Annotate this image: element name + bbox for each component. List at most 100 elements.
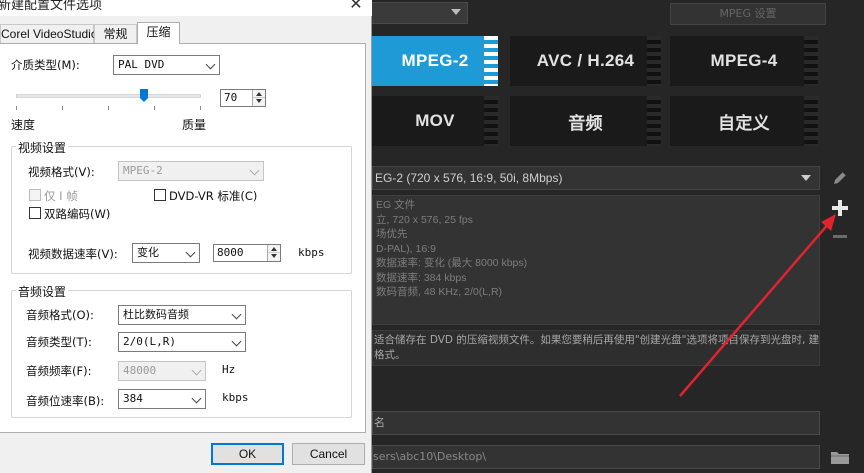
dialog-titlebar: 新建配置文件选项 ✕: [0, 0, 372, 16]
audio-rate-unit: Hz: [222, 363, 236, 376]
chevron-down-icon: [191, 365, 202, 376]
dvd-vr-label: DVD-VR 标准(C): [169, 189, 258, 203]
profile-info-line: 数据速率: 384 kbps: [376, 271, 467, 284]
dual-pass-checkbox[interactable]: [29, 207, 41, 219]
chevron-down-icon: [801, 175, 811, 181]
audio-rate-label: 音频频率(F):: [26, 364, 92, 378]
cancel-button[interactable]: Cancel: [292, 443, 365, 465]
format-tile-avc[interactable]: AVC / H.264: [510, 36, 661, 86]
file-name-input[interactable]: 名: [372, 411, 820, 435]
description-line: 适合储存在 DVD 的压缩视频文件。如果您要稍后再使用"创建光盘"选项将项目保存…: [374, 334, 820, 346]
chevron-down-icon: [231, 336, 242, 347]
minus-icon[interactable]: [830, 232, 850, 242]
film-strip-icon: [647, 96, 661, 146]
format-label: MPEG-4: [710, 51, 778, 70]
speed-label: 速度: [11, 118, 36, 132]
film-strip-icon: [484, 96, 498, 146]
mpeg-settings-button[interactable]: MPEG 设置: [670, 3, 826, 25]
save-path-input[interactable]: sers\abc10\Desktop\: [372, 445, 820, 469]
format-tile-audio[interactable]: 音频: [510, 96, 661, 146]
chevron-down-icon: [191, 393, 202, 404]
format-label: AVC / H.264: [536, 51, 635, 70]
format-label: 自定义: [718, 113, 770, 133]
audio-format-label: 音频格式(O):: [26, 308, 94, 322]
audio-rate-select[interactable]: 48000: [118, 361, 206, 381]
audio-type-select[interactable]: 2/0(L,R): [118, 332, 246, 352]
video-format-value: MPEG-2: [123, 164, 163, 177]
format-tile-custom[interactable]: 自定义: [670, 96, 818, 146]
quality-value: 70: [224, 91, 238, 104]
format-tile-mpeg4[interactable]: MPEG-4: [670, 36, 818, 86]
media-type-select[interactable]: PAL DVD: [113, 55, 220, 75]
quality-spinner[interactable]: 70: [220, 89, 266, 107]
film-strip-icon: [804, 36, 818, 86]
video-bitrate-label: 视频数据速率(V):: [28, 247, 118, 261]
format-label: MOV: [415, 111, 455, 130]
film-strip-icon: [484, 36, 498, 86]
ok-button[interactable]: OK: [211, 443, 284, 465]
dvd-vr-checkbox[interactable]: [154, 189, 166, 201]
slider-ticks: [16, 106, 201, 110]
profile-info-line: 数码音频, 48 KHz, 2/0(L,R): [376, 286, 503, 298]
video-format-select[interactable]: MPEG-2: [118, 161, 264, 181]
description-line: 格式。: [374, 349, 406, 361]
i-frame-only-checkbox[interactable]: [29, 189, 41, 201]
chevron-down-icon: [205, 59, 216, 70]
audio-rate-value: 48000: [123, 364, 157, 377]
profile-info-line: 立, 720 x 576, 25 fps: [376, 213, 473, 226]
new-profile-options-dialog: 新建配置文件选项 ✕ Corel VideoStudio 常规 压缩 介质类型(…: [0, 0, 372, 473]
film-strip-icon: [647, 36, 661, 86]
audio-settings-title: 音频设置: [16, 283, 69, 300]
top-dropdown[interactable]: [370, 2, 468, 24]
profile-info: EG 文件 立, 720 x 576, 25 fps 场优先 D-PAL), 1…: [372, 195, 820, 325]
i-frame-only-label: 仅 I 帧: [44, 189, 78, 203]
folder-icon[interactable]: [830, 449, 850, 465]
chevron-down-icon: [451, 9, 461, 15]
audio-bitrate-value: 384: [123, 392, 143, 405]
format-grid: MPEG-2 AVC / H.264 MPEG-4 MOV 音频 自定义: [372, 36, 818, 148]
format-tile-mpeg2[interactable]: MPEG-2: [372, 36, 498, 86]
profile-info-line: 数据速率: 变化 (最大 8000 kbps): [376, 257, 528, 269]
media-type-value: PAL DVD: [118, 58, 165, 71]
profile-select[interactable]: EG-2 (720 x 576, 16:9, 50i, 8Mbps): [372, 166, 820, 190]
chevron-down-icon: [185, 247, 196, 258]
close-icon[interactable]: ✕: [346, 0, 366, 14]
format-label: MPEG-2: [401, 51, 469, 70]
video-settings-title: 视频设置: [16, 139, 69, 156]
format-tile-mov[interactable]: MOV: [372, 96, 498, 146]
video-bitrate-spinner[interactable]: 8000: [213, 244, 281, 262]
pencil-icon[interactable]: [830, 168, 850, 188]
audio-type-value: 2/0(L,R): [123, 335, 176, 348]
dialog-title: 新建配置文件选项: [0, 0, 103, 13]
quality-slider-track[interactable]: [16, 94, 201, 98]
video-bitrate-mode-select[interactable]: 变化: [132, 243, 200, 263]
video-format-label: 视频格式(V):: [28, 165, 95, 179]
profile-select-value: EG-2 (720 x 576, 16:9, 50i, 8Mbps): [375, 171, 563, 185]
audio-format-select[interactable]: 杜比数码音频: [118, 305, 246, 325]
media-type-label: 介质类型(M):: [11, 58, 80, 72]
chevron-down-icon: [249, 165, 260, 176]
tab-corel-videostudio[interactable]: Corel VideoStudio: [0, 24, 98, 43]
format-label: 音频: [568, 113, 603, 133]
profile-info-line: 场优先: [376, 228, 408, 240]
profile-info-line: D-PAL), 16:9: [376, 242, 436, 255]
audio-bitrate-unit: kbps: [222, 391, 249, 404]
dual-pass-label: 双路编码(W): [44, 207, 111, 221]
video-bitrate-mode-value: 变化: [137, 246, 159, 259]
video-bitrate-value: 8000: [217, 246, 244, 259]
tab-strip: Corel VideoStudio 常规 压缩: [0, 22, 372, 44]
profile-description: 适合储存在 DVD 的压缩视频文件。如果您要稍后再使用"创建光盘"选项将项目保存…: [372, 330, 820, 366]
plus-icon[interactable]: [829, 197, 851, 219]
film-strip-icon: [804, 96, 818, 146]
video-bitrate-unit: kbps: [298, 246, 325, 259]
tab-general[interactable]: 常规: [94, 24, 137, 43]
audio-type-label: 音频类型(T):: [26, 335, 92, 349]
spinner-arrows-icon[interactable]: [252, 90, 265, 106]
audio-bitrate-label: 音频位速率(B):: [26, 394, 105, 408]
audio-bitrate-select[interactable]: 384: [118, 389, 206, 409]
chevron-down-icon: [231, 309, 242, 320]
tab-compression[interactable]: 压缩: [137, 22, 180, 44]
audio-format-value: 杜比数码音频: [123, 308, 189, 321]
spinner-arrows-icon[interactable]: [267, 245, 280, 261]
profile-info-line: EG 文件: [376, 199, 416, 211]
